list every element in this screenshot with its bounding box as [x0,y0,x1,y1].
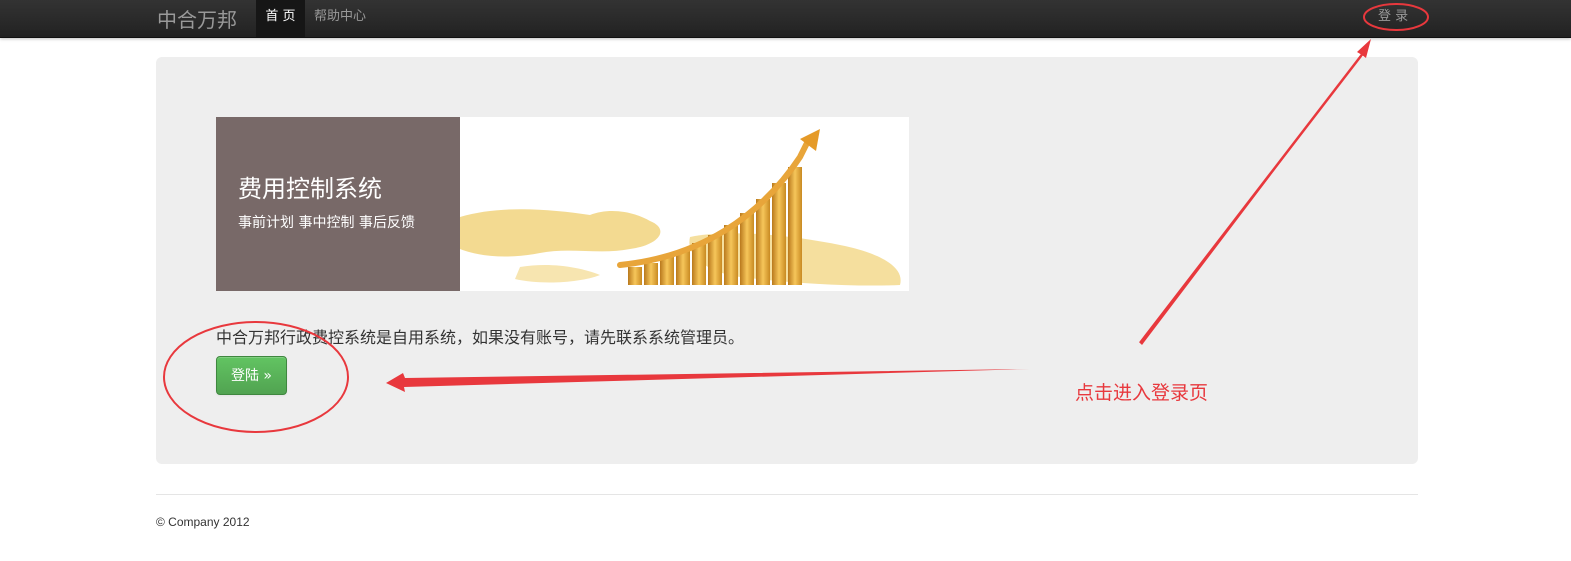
hero-description: 中合万邦行政费控系统是自用系统，如果没有账号，请先联系系统管理员。 [216,328,745,347]
footer-divider [156,494,1418,495]
banner-title: 费用控制系统 [238,175,382,203]
growth-chart-illustration [460,129,901,286]
banner-text-panel: 费用控制系统 事前计划 事中控制 事后反馈 [216,117,460,291]
login-button[interactable]: 登陆 » [216,356,287,395]
banner-image: 费用控制系统 事前计划 事中控制 事后反馈 [216,117,909,291]
nav-item-help[interactable]: 帮助中心 [314,0,366,37]
world-map-shape [460,209,661,257]
nav-login-link[interactable]: 登 录 [1378,0,1408,37]
annotation-label: 点击进入登录页 [1075,382,1209,404]
footer-copyright: © Company 2012 [156,515,250,529]
banner-subtitle: 事前计划 事中控制 事后反馈 [238,215,415,231]
top-navbar: 中合万邦 首 页 帮助中心 登 录 [0,0,1571,38]
nav-item-home[interactable]: 首 页 [256,0,305,37]
brand-logo[interactable]: 中合万邦 [157,4,237,33]
world-map-shape [515,264,600,283]
